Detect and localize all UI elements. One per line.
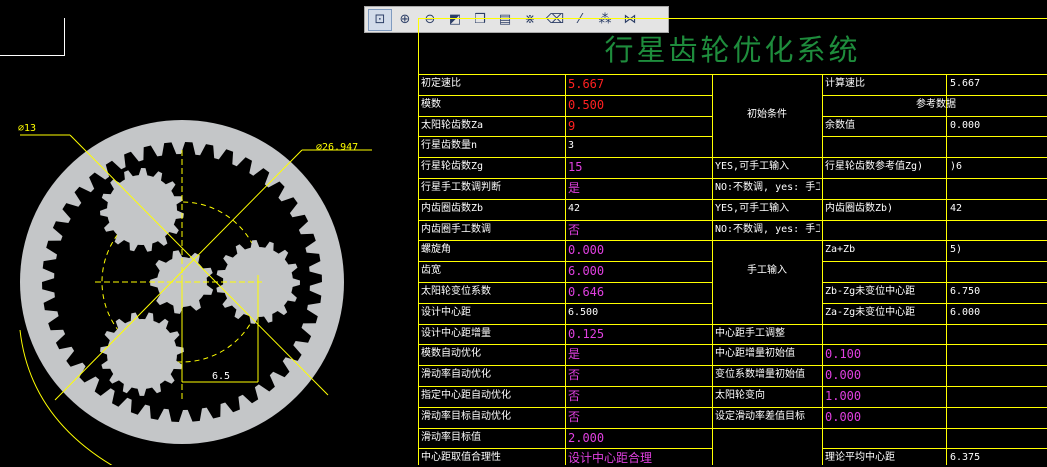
param-value[interactable]: 6.000 (568, 262, 710, 280)
param-label: 内齿圈齿数Zb (421, 203, 484, 214)
param-note: 太阳轮变向 (715, 390, 765, 401)
param-value[interactable]: 否 (568, 387, 710, 405)
param-value[interactable]: 设计中心距合理 (568, 449, 710, 467)
param-note: YES,可手工输入 (715, 161, 790, 172)
ref-value: )6 (950, 161, 963, 172)
param-note: 变位系数增量初始值 (715, 369, 805, 380)
param-label: 滑动率自动优化 (421, 369, 491, 380)
param-label: 行星轮齿数Zg (421, 161, 484, 172)
param-value[interactable]: 否 (568, 366, 710, 384)
param-label: 行星手工数调判断 (421, 182, 501, 193)
param-value[interactable]: 6.500 (568, 304, 710, 322)
param-label: 设计中心距 (421, 307, 471, 318)
param-value[interactable]: 2.000 (568, 429, 710, 447)
ref-label: Zb-Zg未变位中心距 (825, 286, 916, 297)
param-value[interactable]: 0.646 (568, 283, 710, 301)
param-label: 齿宽 (421, 265, 441, 276)
param-value[interactable]: 15 (568, 158, 710, 176)
param-value[interactable]: 5.667 (568, 75, 710, 93)
param-value[interactable]: 是 (568, 345, 710, 363)
param-note: NO:不数调, yes: 手工 (715, 182, 820, 193)
param-note: NO:不数调, yes: 手工 (715, 224, 820, 235)
param-value[interactable]: 否 (568, 221, 710, 239)
right-reference-header: 参考数据 (916, 99, 956, 110)
param-value[interactable]: 9 (568, 117, 710, 135)
param-label: 初定速比 (421, 78, 461, 89)
param-label: 太阳轮变位系数 (421, 286, 491, 297)
ref-value: 6.750 (950, 286, 981, 297)
ref-label: Za+Zb (825, 244, 856, 255)
param-value[interactable]: 0.000 (568, 241, 710, 259)
param-label: 滑动率目标值 (421, 432, 481, 443)
param-note: 中心距增量初始值 (715, 348, 795, 359)
param-label: 模数 (421, 99, 441, 110)
ref-label: 计算速比 (825, 78, 865, 89)
param-label: 中心距取值合理性 (421, 452, 501, 463)
param-label: 螺旋角 (421, 244, 451, 255)
param-value[interactable]: 42 (568, 200, 710, 218)
param-value[interactable]: 0.500 (568, 96, 710, 114)
ref-value: 6.000 (950, 307, 981, 318)
ref-label: 内齿圈齿数Zb) (825, 203, 894, 214)
ref-value: 5) (950, 244, 963, 255)
param-note: 设定滑动率差值目标 (715, 411, 805, 422)
ref-label: 行星轮齿数参考值Zg) (825, 161, 924, 172)
ref-label: 余数值 (825, 120, 855, 131)
ref-label: 理论平均中心距 (825, 452, 895, 463)
param-extra[interactable]: 0.100 (825, 345, 945, 363)
ref-value: 5.667 (950, 78, 981, 89)
param-label: 滑动率目标自动优化 (421, 411, 511, 422)
param-value[interactable]: 是 (568, 179, 710, 197)
param-label: 指定中心距自动优化 (421, 390, 511, 401)
param-label: 行星齿数量n (421, 140, 478, 151)
param-value[interactable]: 否 (568, 408, 710, 426)
param-extra[interactable]: 1.000 (825, 387, 945, 405)
param-value[interactable]: 0.125 (568, 325, 710, 343)
ref-value: 0.000 (950, 120, 981, 131)
param-label: 设计中心距增量 (421, 328, 491, 339)
param-label: 模数自动优化 (421, 348, 481, 359)
param-extra[interactable]: 0.000 (825, 408, 945, 426)
param-label: 太阳轮齿数Za (421, 120, 484, 131)
ref-label: Za-Zg未变位中心距 (825, 307, 916, 318)
section-initial-conditions: 初始条件 (747, 109, 787, 120)
param-note: YES,可手工输入 (715, 203, 790, 214)
param-label: 内齿圈手工数调 (421, 224, 491, 235)
ref-value: 6.375 (950, 452, 981, 463)
ref-value: 42 (950, 203, 963, 214)
param-value[interactable]: 3 (568, 137, 710, 155)
param-extra[interactable]: 0.000 (825, 366, 945, 384)
section-manual-input: 手工输入 (747, 265, 787, 276)
param-note: 中心距手工调整 (715, 328, 785, 339)
